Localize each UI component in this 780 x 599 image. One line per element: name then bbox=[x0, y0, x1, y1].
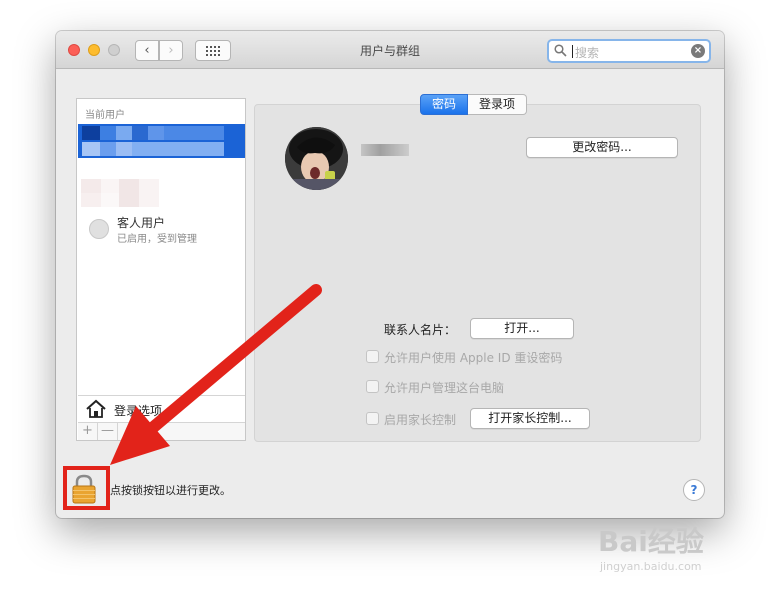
watermark-brand: Bai经验 bbox=[598, 525, 704, 558]
annotation-arrow bbox=[110, 284, 322, 465]
lock-highlight-box bbox=[63, 466, 110, 510]
watermark-url: jingyan.baidu.com bbox=[600, 560, 702, 573]
